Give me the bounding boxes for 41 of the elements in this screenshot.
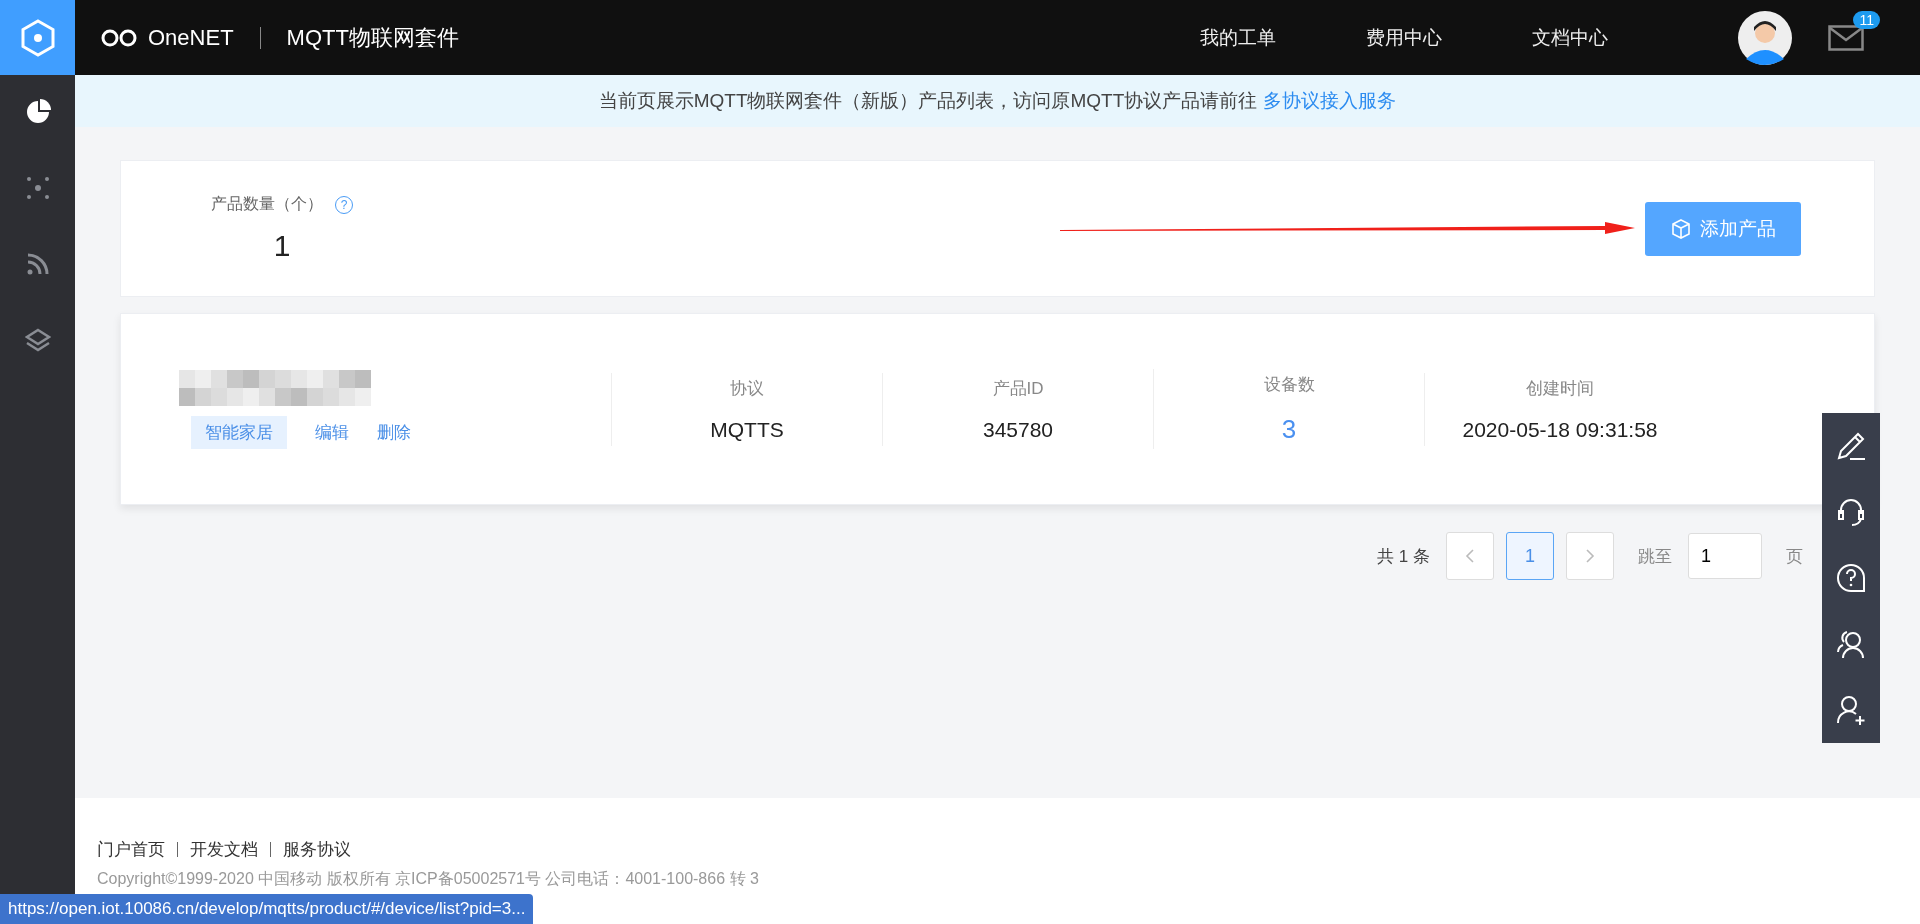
nav-link[interactable]: 我的工单 xyxy=(1200,24,1276,51)
field-label: 设备数 xyxy=(1263,374,1315,396)
brand-name: OneNET xyxy=(148,24,234,51)
nav-link[interactable]: 费用中心 xyxy=(1366,24,1442,51)
field-label: 产品ID xyxy=(992,377,1044,400)
headset-icon[interactable] xyxy=(1835,496,1867,528)
mail-icon[interactable] xyxy=(1828,24,1864,51)
footer-link[interactable]: 门户首页 xyxy=(97,838,165,861)
status-url: https://open.iot.10086.cn/develop/mqtts/product/#/device/list?pid=3... xyxy=(0,894,534,924)
pie-chart-icon[interactable] xyxy=(24,99,51,125)
field-label: 创建时间 xyxy=(1526,377,1594,400)
product-title: MQTT物联网套件 xyxy=(286,23,459,52)
users-icon[interactable] xyxy=(1835,628,1867,660)
help-icon[interactable] xyxy=(1835,562,1867,594)
footer-link[interactable]: 开发文档 xyxy=(190,838,258,861)
app-logo-icon[interactable] xyxy=(0,0,75,75)
pencil-icon[interactable] xyxy=(1835,430,1867,462)
chevron-right-icon xyxy=(1585,549,1595,563)
field-value: 2020-05-18 09:31:58 xyxy=(1462,417,1658,442)
cube-icon xyxy=(1670,217,1692,240)
field-label: 协议 xyxy=(730,377,764,400)
chevron-left-icon xyxy=(1465,549,1475,563)
jump-label: 跳至 xyxy=(1638,545,1672,568)
add-user-icon[interactable] xyxy=(1835,694,1867,726)
category-tag: 智能家居 xyxy=(191,415,287,449)
nav-link[interactable]: 文档中心 xyxy=(1532,24,1608,51)
action-link[interactable]: 编辑 xyxy=(315,420,349,444)
total-count: 共 1 条 xyxy=(1377,545,1430,568)
product-count: 1 xyxy=(273,229,291,263)
product-count-label: 产品数量（个） xyxy=(211,194,323,214)
footer-link[interactable]: 服务协议 xyxy=(283,838,351,861)
notice-text: 当前页展示MQTT物联网套件（新版）产品列表，访问原MQTT协议产品请前往 xyxy=(598,89,1258,113)
field-value: MQTTS xyxy=(710,417,784,442)
user-avatar[interactable] xyxy=(1738,10,1792,65)
field-value: 345780 xyxy=(982,417,1054,442)
layers-icon[interactable] xyxy=(24,327,51,353)
nodes-icon[interactable] xyxy=(24,175,51,201)
notification-badge: 11 xyxy=(1853,10,1880,29)
page-input[interactable]: 1 xyxy=(1688,533,1762,579)
copyright-text: Copyright©1999-2020 中国移动 版权所有 京ICP备05002571号 公司电话：4001-100-866 转 3 xyxy=(97,869,760,889)
page-suffix: 页 xyxy=(1786,545,1803,568)
